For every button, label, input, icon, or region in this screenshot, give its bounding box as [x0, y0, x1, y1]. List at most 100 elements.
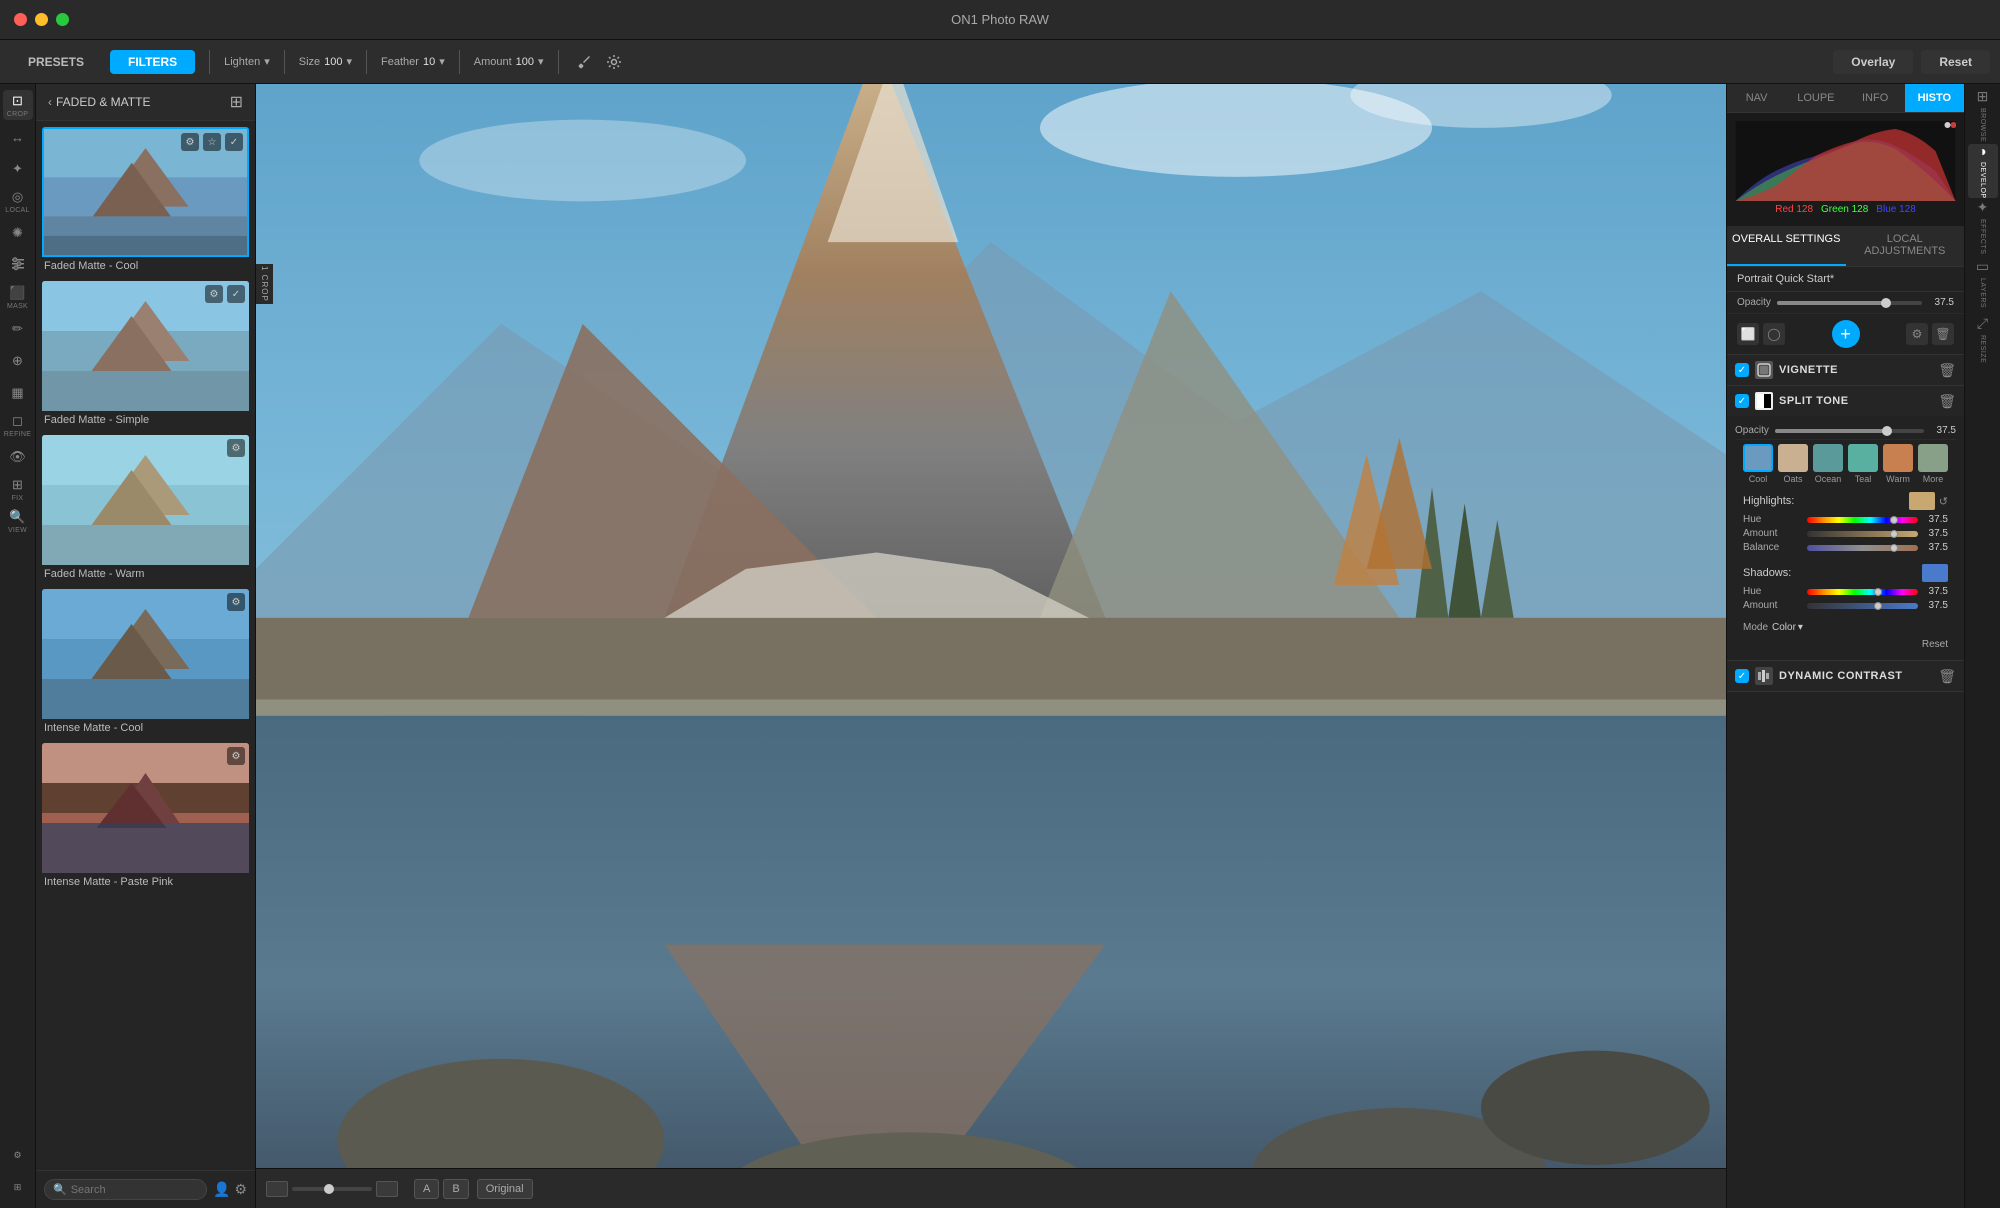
preset-settings-icon[interactable]: ⚙ — [181, 133, 199, 151]
adjust-tool[interactable] — [3, 250, 33, 280]
effects-btn[interactable]: ✦ EFFECTS — [1968, 200, 1998, 254]
maximize-button[interactable] — [56, 13, 69, 26]
split-tone-checkbox[interactable]: ✓ — [1735, 394, 1749, 408]
close-button[interactable] — [14, 13, 27, 26]
size-chevron[interactable]: ▾ — [347, 55, 353, 68]
highlights-swatch[interactable] — [1909, 492, 1935, 510]
split-tone-opacity-value: 37.5 — [1930, 425, 1956, 436]
preset-settings-icon-2[interactable]: ⚙ — [227, 439, 245, 457]
view-rect-btn2[interactable] — [376, 1181, 398, 1197]
gradient-tool[interactable]: ▦ — [3, 378, 33, 408]
preset-check-icon[interactable]: ✓ — [225, 133, 243, 151]
layer-type-icon-2[interactable]: ◯ — [1763, 323, 1785, 345]
resize-btn[interactable]: ⤢ RESIZE — [1968, 312, 1998, 366]
vignette-checkbox[interactable]: ✓ — [1735, 363, 1749, 377]
presets-layout-icon[interactable]: ⊞ — [230, 92, 243, 112]
preset-star-icon[interactable]: ☆ — [203, 133, 221, 151]
view-tool[interactable]: 🔍 VIEW — [3, 506, 33, 536]
feather-chevron[interactable]: ▾ — [439, 55, 445, 68]
preset-check-icon-1[interactable]: ✓ — [227, 285, 245, 303]
preset-item-intense-matte-cool[interactable]: ⚙ Intense Matte - Cool — [42, 589, 249, 737]
split-preset-cool[interactable]: Cool — [1743, 444, 1773, 484]
shadows-amount-slider[interactable] — [1807, 603, 1918, 609]
mode-value-btn[interactable]: Color ▾ — [1772, 622, 1803, 633]
layers-btn[interactable]: ▭ LAYERS — [1968, 256, 1998, 310]
retouch-tool[interactable]: ✦ — [3, 154, 33, 184]
split-tone-delete-icon[interactable]: 🗑 — [1938, 393, 1956, 410]
settings-icon[interactable] — [603, 51, 625, 73]
highlights-amount-slider[interactable] — [1807, 531, 1918, 537]
highlights-hue-slider[interactable] — [1807, 517, 1918, 523]
preset-settings-icon-4[interactable]: ⚙ — [227, 747, 245, 765]
reset-link[interactable]: Reset — [1922, 639, 1948, 650]
develop-btn[interactable]: ◑ DEVELOP — [1968, 144, 1998, 198]
browse-btn[interactable]: ⊞ BROWSE — [1968, 88, 1998, 142]
highlights-reset-icon[interactable]: ↺ — [1939, 495, 1948, 508]
clone-tool[interactable]: ⊕ — [3, 346, 33, 376]
dynamic-contrast-delete-icon[interactable]: 🗑 — [1938, 668, 1956, 685]
eyedropper-icon[interactable] — [573, 51, 595, 73]
add-adjustment-btn[interactable]: + — [1832, 320, 1860, 348]
bottom-grid-icon[interactable]: ⊞ — [3, 1172, 33, 1202]
split-preset-oats[interactable]: Oats — [1778, 444, 1808, 484]
info-tab[interactable]: INFO — [1846, 84, 1905, 112]
filters-tab[interactable]: FILTERS — [110, 50, 195, 74]
split-tone-opacity-slider[interactable] — [1775, 429, 1924, 433]
portrait-opacity-slider[interactable] — [1777, 301, 1922, 305]
shadows-hue-slider[interactable] — [1807, 589, 1918, 595]
histo-tab[interactable]: HISTO — [1905, 84, 1964, 112]
mask-tool[interactable]: ⬛ MASK — [3, 282, 33, 312]
nav-tab[interactable]: NAV — [1727, 84, 1786, 112]
size-control: Size 100 ▾ — [299, 55, 352, 68]
preset-item-intense-matte-paste-pink[interactable]: ⚙ Intense Matte - Paste Pink — [42, 743, 249, 891]
effects-tool[interactable]: ✺ — [3, 218, 33, 248]
eye-tool[interactable]: 👁 — [3, 442, 33, 472]
preset-settings-icon-3[interactable]: ⚙ — [227, 593, 245, 611]
balance-slider[interactable] — [1807, 545, 1918, 551]
vignette-delete-icon[interactable]: 🗑 — [1938, 362, 1956, 379]
bottom-settings-icon[interactable]: ⚙ — [3, 1140, 33, 1170]
minimize-button[interactable] — [35, 13, 48, 26]
shadows-swatch[interactable] — [1922, 564, 1948, 582]
layer-settings-icon[interactable]: ⚙ — [1906, 323, 1928, 345]
search-settings-icon[interactable]: ⚙ — [234, 1181, 247, 1198]
preset-item-faded-matte-simple[interactable]: ⚙ ✓ Faded Matte - Simple — [42, 281, 249, 429]
a-btn[interactable]: A — [414, 1179, 439, 1199]
presets-tab[interactable]: PRESETS — [10, 50, 102, 74]
preset-item-faded-matte-cool[interactable]: ⚙ ☆ ✓ Faded Matte - Cool — [42, 127, 249, 275]
overlay-btn[interactable]: Overlay — [1833, 50, 1913, 74]
amount-chevron[interactable]: ▾ — [538, 55, 544, 68]
layer-delete-icon[interactable]: 🗑 — [1932, 323, 1954, 345]
b-btn[interactable]: B — [443, 1179, 468, 1199]
search-input[interactable] — [71, 1184, 198, 1196]
preset-settings-icon-1[interactable]: ⚙ — [205, 285, 223, 303]
view-slider[interactable] — [292, 1187, 372, 1191]
blend-mode-chevron[interactable]: ▾ — [264, 55, 270, 68]
brush-tool[interactable]: ✏ — [3, 314, 33, 344]
split-preset-teal[interactable]: Teal — [1848, 444, 1878, 484]
reset-btn[interactable]: Reset — [1921, 50, 1990, 74]
split-preset-warm[interactable]: Warm — [1883, 444, 1913, 484]
dynamic-contrast-checkbox[interactable]: ✓ — [1735, 669, 1749, 683]
refine-icon: ◻ — [12, 413, 23, 429]
transform-tool[interactable]: ↔ — [3, 122, 33, 152]
person-icon[interactable]: 👤 — [213, 1181, 230, 1198]
loupe-tab[interactable]: LOUPE — [1786, 84, 1845, 112]
local-adjustments-tab[interactable]: LOCAL ADJUSTMENTS — [1846, 226, 1965, 266]
view-rect-btn[interactable] — [266, 1181, 288, 1197]
presets-back-btn[interactable]: ‹ FADED & MATTE — [48, 95, 150, 109]
overall-settings-tab[interactable]: OVERALL SETTINGS — [1727, 226, 1846, 266]
original-btn[interactable]: Original — [477, 1179, 533, 1199]
crop-label: CROP — [7, 111, 28, 118]
split-preset-ocean[interactable]: Ocean — [1813, 444, 1843, 484]
local-tool[interactable]: ◎ LOCAL — [3, 186, 33, 216]
refine-tool[interactable]: ◻ REFINE — [3, 410, 33, 440]
balance-label: Balance — [1743, 542, 1803, 553]
layer-type-icon-1[interactable]: ⬜ — [1737, 323, 1759, 345]
crop-tool[interactable]: ⊡ CROP — [3, 90, 33, 120]
fix-tool[interactable]: ⊞ FIX — [3, 474, 33, 504]
view-label: VIEW — [8, 527, 27, 534]
photo-canvas[interactable]: 1 CROP — [256, 84, 1726, 1168]
preset-item-faded-matte-warm[interactable]: ⚙ Faded Matte - Warm — [42, 435, 249, 583]
split-preset-more[interactable]: More — [1918, 444, 1948, 484]
